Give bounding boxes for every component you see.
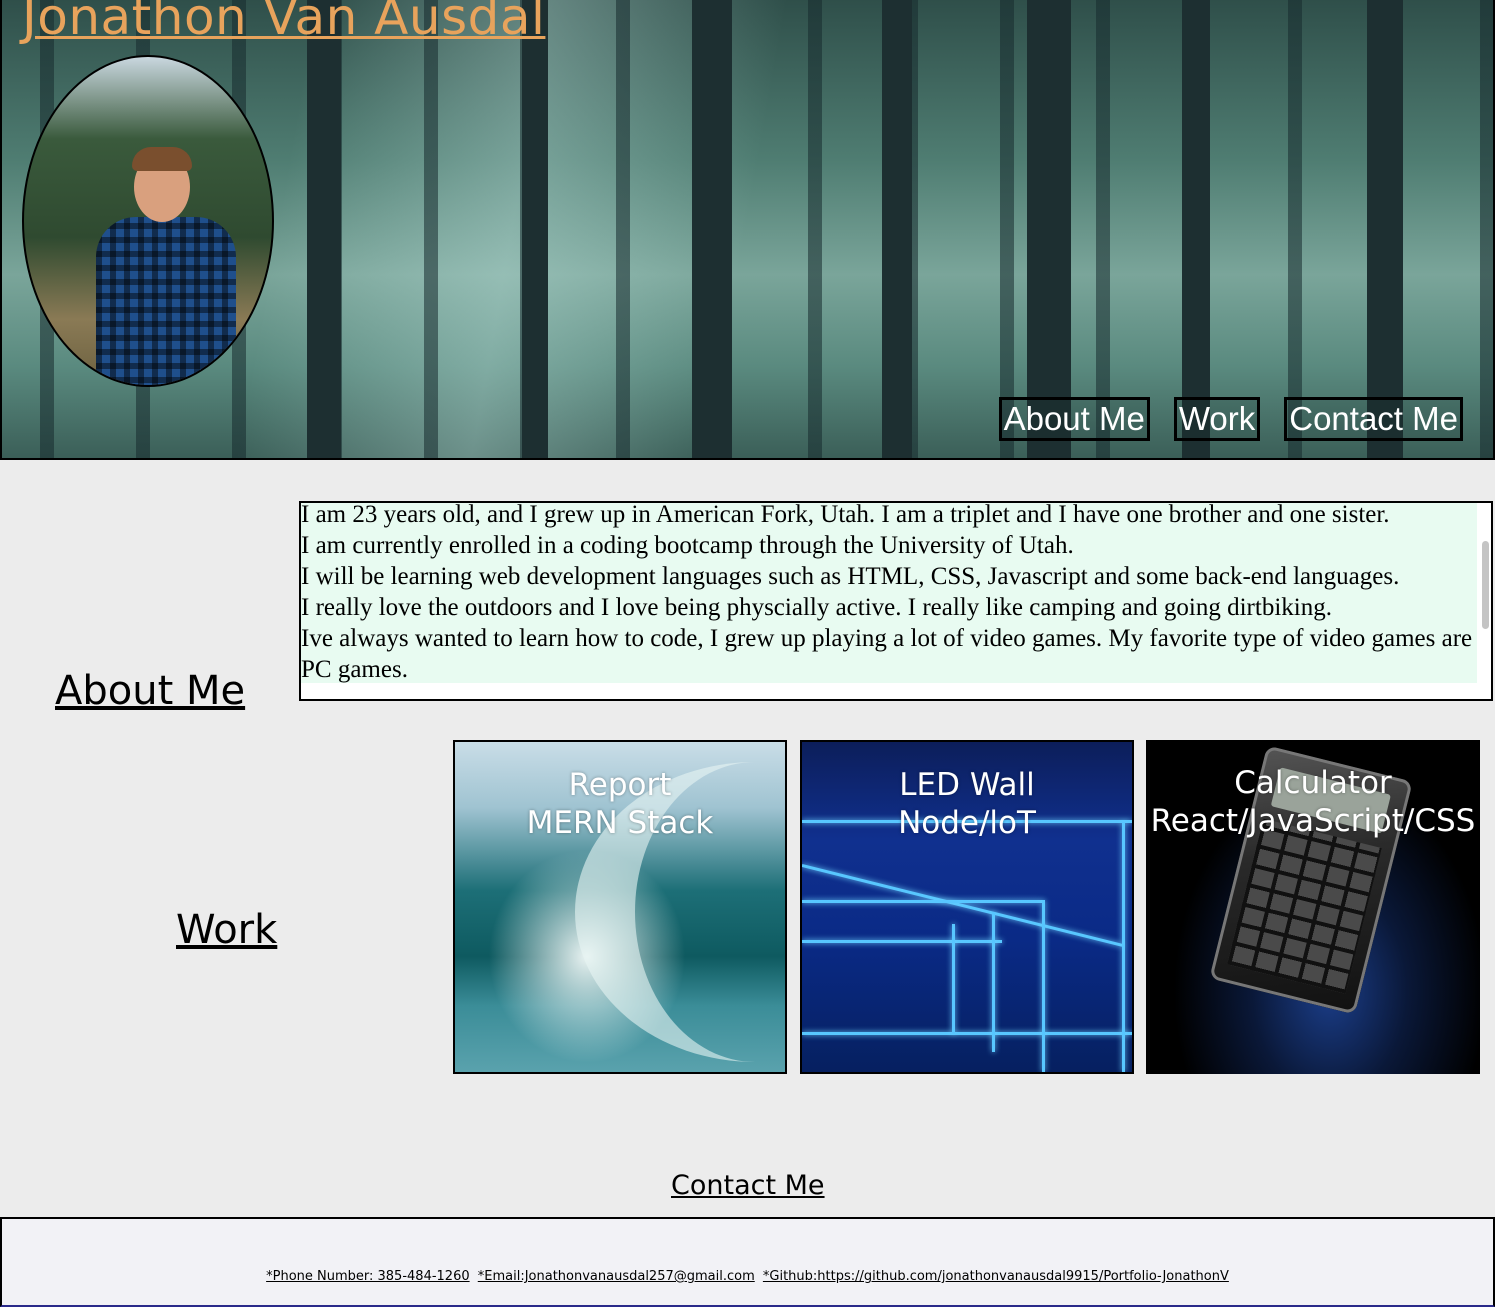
led-strip — [1122, 822, 1125, 1072]
about-heading: About Me — [55, 668, 246, 714]
contact-heading: Contact Me — [671, 1170, 825, 1201]
project-name: LED Wall — [899, 767, 1035, 803]
led-strip — [802, 1032, 1132, 1035]
about-text-box[interactable]: I am 23 years old, and I grew up in Amer… — [299, 501, 1493, 701]
project-title: Calculator React/JavaScript/CSS — [1146, 764, 1480, 840]
email-link[interactable]: *Email:Jonathonvanausdal257@gmail.com — [478, 1269, 755, 1284]
led-strip — [1042, 900, 1045, 1072]
nav-contact-me[interactable]: Contact Me — [1284, 397, 1463, 441]
project-title: LED Wall Node/loT — [802, 766, 1132, 842]
led-strip — [952, 924, 955, 1034]
project-stack: React/JavaScript/CSS — [1150, 803, 1476, 839]
tree-trunk — [692, 0, 732, 458]
tree-trunk — [1027, 0, 1071, 458]
scrollbar-thumb[interactable] — [1482, 541, 1489, 629]
profile-photo — [22, 55, 274, 387]
github-link[interactable]: *Github:https://github.com/jonathonvanau… — [763, 1269, 1229, 1284]
tree-trunk — [522, 0, 548, 458]
project-card-led-wall[interactable]: LED Wall Node/loT — [800, 740, 1134, 1074]
led-strip — [802, 940, 1002, 943]
avatar-hair — [132, 147, 192, 171]
calculator-keys — [1227, 818, 1382, 994]
project-name: Report — [568, 767, 672, 803]
project-card-report[interactable]: Report MERN Stack — [453, 740, 787, 1074]
project-title: Report MERN Stack — [455, 766, 785, 842]
led-strip — [802, 864, 1123, 947]
about-paragraph: I am 23 years old, and I grew up in Amer… — [301, 503, 1390, 528]
about-paragraph: I will be learning web development langu… — [301, 563, 1400, 590]
project-card-calculator[interactable]: Calculator React/JavaScript/CSS — [1146, 740, 1480, 1074]
tree-trunk — [1367, 0, 1403, 458]
tree-trunk — [882, 0, 912, 458]
work-heading: Work — [176, 907, 278, 953]
tree-trunk — [1182, 0, 1210, 458]
project-name: Calculator — [1234, 765, 1392, 801]
avatar-shirt — [96, 217, 236, 385]
about-paragraph: I am currently enrolled in a coding boot… — [301, 532, 1074, 559]
nav-work[interactable]: Work — [1173, 397, 1261, 441]
contact-links: *Phone Number: 385-484-1260 *Email:Jonat… — [2, 1269, 1493, 1284]
about-paragraph: Ive always wanted to learn how to code, … — [301, 625, 1473, 683]
nav-about-me[interactable]: About Me — [998, 397, 1150, 441]
led-strip — [992, 912, 995, 1052]
site-title[interactable]: Jonathon Van Ausdal — [22, 0, 545, 46]
about-paragraph: I really love the outdoors and I love be… — [301, 594, 1332, 621]
tree-trunk — [307, 0, 341, 458]
project-stack: MERN Stack — [526, 805, 714, 841]
footer: *Phone Number: 385-484-1260 *Email:Jonat… — [0, 1217, 1495, 1307]
about-text: I am 23 years old, and I grew up in Amer… — [301, 503, 1477, 683]
led-strip — [802, 900, 1042, 903]
main-nav: About Me Work Contact Me — [998, 397, 1463, 441]
header-banner: Jonathon Van Ausdal About Me Work Contac… — [0, 0, 1495, 460]
phone-link[interactable]: *Phone Number: 385-484-1260 — [266, 1269, 470, 1284]
project-stack: Node/loT — [898, 805, 1036, 841]
